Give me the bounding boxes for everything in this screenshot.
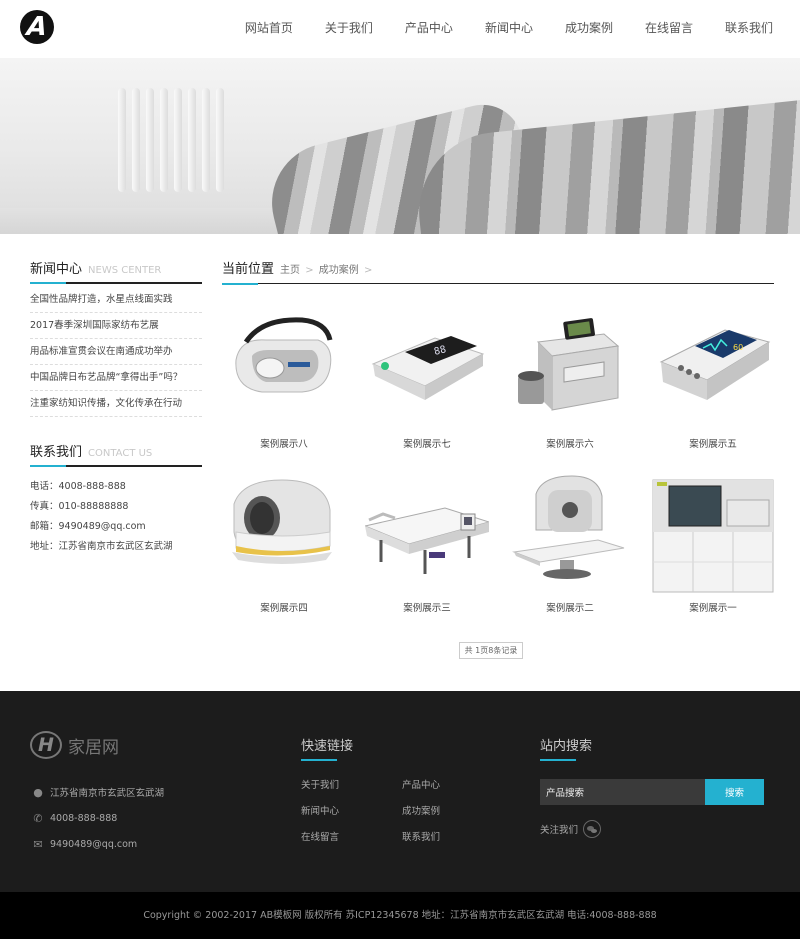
news-item[interactable]: 用品标准宣贯会议在南通成功举办 [30, 339, 202, 365]
case-label[interactable]: 案例展示一 [651, 600, 775, 614]
news-list: 全国性品牌打造，水星点线面实践 2017春季深圳国际家纺布艺展 用品标准宣贯会议… [30, 287, 202, 417]
news-item[interactable]: 中国品牌日布艺品牌“拿得出手”吗？ [30, 365, 202, 391]
footer-address-row: ● 江苏省南京市玄武区玄武湖 [32, 779, 164, 805]
lab-analyzer-icon[interactable] [508, 306, 632, 430]
footer-logo[interactable]: H 家居网 [30, 731, 119, 759]
news-section-title: 新闻中心 NEWS CENTER [30, 258, 202, 284]
contact-fax: 传真：010-88888888 [30, 501, 129, 512]
location-title: 当前位置 [222, 262, 275, 277]
breadcrumb-separator: > [360, 265, 373, 276]
quick-links: 快速链接 关于我们 产品中心 新闻中心 成功案例 在线留言 联系我们 [301, 735, 461, 843]
breadcrumb-cases[interactable]: 成功案例 [319, 265, 359, 276]
quick-link-news[interactable]: 新闻中心 [301, 803, 402, 817]
sidebar: 新闻中心 NEWS CENTER 全国性品牌打造，水星点线面实践 2017春季深… [30, 258, 202, 557]
contact-section: 联系我们 CONTACT US 电话：4008-888-888 传真：010-8… [30, 441, 202, 557]
news-item[interactable]: 2017春季深圳国际家纺布艺展 [30, 313, 202, 339]
news-item[interactable]: 全国性品牌打造，水星点线面实践 [30, 287, 202, 313]
hero-banner [0, 58, 800, 234]
contact-subtitle: CONTACT US [88, 448, 153, 459]
case-card[interactable]: 案例展示八 [222, 306, 346, 450]
nav-contact[interactable]: 联系我们 [725, 19, 773, 36]
contact-title: 联系我们 [30, 445, 83, 460]
case-card[interactable]: 案例展示一 [651, 470, 775, 614]
site-logo[interactable]: A [20, 10, 54, 44]
pagination: 共 1页8条记录 [459, 642, 523, 659]
breadcrumb-home[interactable]: 主页 [280, 265, 300, 276]
site-search: 站内搜索 搜索 关注我们 [540, 735, 764, 838]
mail-icon: ✉ [33, 837, 43, 851]
search-button[interactable]: 搜索 [705, 779, 764, 805]
case-label[interactable]: 案例展示四 [222, 600, 346, 614]
footer-logo-icon: H [30, 731, 62, 759]
logo-letter: A [25, 12, 49, 42]
breadcrumb-separator: > [302, 265, 317, 276]
case-label[interactable]: 案例展示五 [651, 436, 775, 450]
nav-about[interactable]: 关于我们 [325, 19, 373, 36]
footer-phone-row: ✆ 4008-888-888 [32, 805, 164, 831]
contact-email: 邮箱：9490489@qq.com [30, 521, 146, 532]
follow-us: 关注我们 [540, 820, 764, 838]
xray-scanner-icon[interactable] [508, 470, 632, 594]
case-card[interactable]: 案例展示二 [508, 470, 632, 614]
contact-address: 地址：江苏省南京市玄武区玄武湖 [30, 541, 173, 552]
nav-cases[interactable]: 成功案例 [565, 19, 613, 36]
quick-link-products[interactable]: 产品中心 [402, 777, 472, 791]
nav-home[interactable]: 网站首页 [245, 19, 293, 36]
case-label[interactable]: 案例展示二 [508, 600, 632, 614]
contact-section-title: 联系我们 CONTACT US [30, 441, 202, 467]
quick-links-list: 关于我们 产品中心 新闻中心 成功案例 在线留言 联系我们 [301, 777, 461, 843]
site-footer: H 家居网 ● 江苏省南京市玄武区玄武湖 ✆ 4008-888-888 ✉ 94904… [0, 691, 800, 892]
case-card[interactable]: 案例展示四 [222, 470, 346, 614]
site-header: A 网站首页 关于我们 产品中心 新闻中心 成功案例 在线留言 联系我们 [0, 0, 800, 58]
handheld-device-icon[interactable] [222, 306, 346, 430]
nav-products[interactable]: 产品中心 [405, 19, 453, 36]
phone-icon: ✆ [33, 811, 43, 825]
news-title: 新闻中心 [30, 262, 83, 277]
footer-address: 江苏省南京市玄武区玄武湖 [50, 788, 165, 799]
location-pin-icon: ● [33, 785, 43, 799]
quick-link-message[interactable]: 在线留言 [301, 829, 402, 843]
quick-link-contact[interactable]: 联系我们 [402, 829, 472, 843]
breadcrumb-path: 主页 > 成功案例 > [280, 261, 374, 276]
footer-email-row: ✉ 9490489@qq.com [32, 831, 164, 857]
quick-link-cases[interactable]: 成功案例 [402, 803, 472, 817]
case-card[interactable]: 60 案例展示五 [651, 306, 775, 450]
search-input[interactable] [540, 779, 705, 805]
footer-info: ● 江苏省南京市玄武区玄武湖 ✆ 4008-888-888 ✉ 9490489@qq.… [32, 779, 164, 857]
footer-phone: 4008-888-888 [50, 812, 118, 824]
wechat-icon[interactable] [583, 820, 602, 838]
blood-pressure-monitor-icon[interactable]: 88 [365, 306, 489, 430]
search-title: 站内搜索 [540, 735, 764, 761]
nav-message[interactable]: 在线留言 [645, 19, 693, 36]
news-subtitle: NEWS CENTER [88, 265, 162, 276]
quick-links-title: 快速链接 [301, 735, 461, 761]
case-card[interactable]: 案例展示六 [508, 306, 632, 450]
case-card[interactable]: 案例展示三 [365, 470, 489, 614]
case-label[interactable]: 案例展示七 [365, 436, 489, 450]
main-nav: 网站首页 关于我们 产品中心 新闻中心 成功案例 在线留言 联系我们 [213, 19, 773, 36]
analyzer-cabinet-icon[interactable] [651, 470, 775, 594]
banner-radiator [118, 88, 233, 192]
case-label[interactable]: 案例展示八 [222, 436, 346, 450]
contact-list: 电话：4008-888-888 传真：010-88888888 邮箱：94904… [30, 477, 202, 557]
contact-phone: 电话：4008-888-888 [30, 481, 126, 492]
case-card[interactable]: 88 案例展示七 [365, 306, 489, 450]
mri-scanner-icon[interactable] [222, 470, 346, 594]
breadcrumb: 当前位置 主页 > 成功案例 > [222, 258, 774, 285]
case-label[interactable]: 案例展示六 [508, 436, 632, 450]
case-grid: 案例展示八 88 案例展示七 案例展示六 60 案例展示五 案例展示四 案例展示… [222, 306, 775, 646]
case-label[interactable]: 案例展示三 [365, 600, 489, 614]
follow-label: 关注我们 [540, 825, 579, 836]
news-item[interactable]: 注重家纺知识传播，文化传承在行动 [30, 391, 202, 417]
patient-monitor-icon[interactable]: 60 [651, 306, 775, 430]
quick-link-about[interactable]: 关于我们 [301, 777, 402, 791]
main-content: 当前位置 主页 > 成功案例 > 案例展示八 88 案例展示七 案例展示六 60… [222, 258, 775, 646]
search-box: 搜索 [540, 779, 764, 805]
nav-news[interactable]: 新闻中心 [485, 19, 533, 36]
hospital-bed-icon[interactable] [365, 470, 489, 594]
copyright-bar: Copyright © 2002-2017 AB模板网 版权所有 苏ICP123… [0, 892, 800, 939]
footer-logo-text: 家居网 [68, 737, 119, 758]
footer-email: 9490489@qq.com [50, 838, 138, 850]
svg-text:60: 60 [733, 343, 743, 352]
